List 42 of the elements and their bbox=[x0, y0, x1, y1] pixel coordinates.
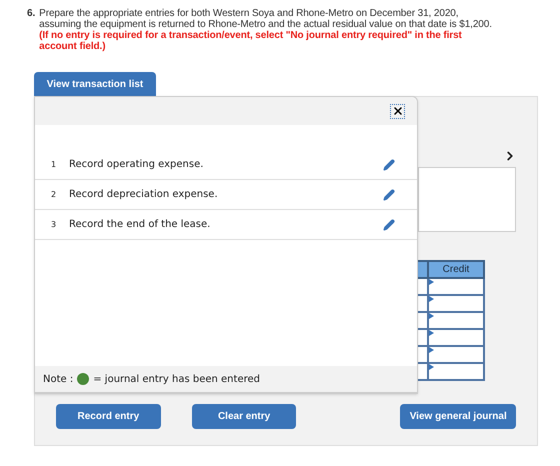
column-header bbox=[418, 260, 427, 279]
transaction-label: Record operating expense. bbox=[69, 158, 204, 172]
transaction-number: 3 bbox=[51, 218, 58, 230]
question-number: 6. bbox=[27, 8, 36, 21]
question-text: Prepare the appropriate entries for both Western Soya and Rhone-Metro on December 31, 2020, assuming the equipment is returned to Rhone-Metro and the actual residual value on that date is $1,200. (If no entry is required for a transaction/event, select "No journal entry required" in the first account field.) bbox=[39, 8, 493, 52]
credit-field[interactable] bbox=[427, 364, 485, 379]
transaction-number: 1 bbox=[51, 158, 58, 170]
note-text: = journal entry has been entered bbox=[93, 372, 260, 386]
marker-icon bbox=[429, 364, 434, 370]
marker-icon bbox=[429, 313, 434, 319]
edit-icon[interactable] bbox=[383, 188, 395, 200]
transaction-label: Record depreciation expense. bbox=[69, 188, 219, 202]
credit-field[interactable] bbox=[427, 296, 485, 311]
marker-icon bbox=[429, 330, 434, 336]
close-icon bbox=[392, 105, 404, 117]
debit-field[interactable] bbox=[418, 364, 427, 379]
credit-field[interactable] bbox=[427, 347, 485, 362]
transaction-row[interactable]: 2 Record depreciation expense. bbox=[35, 180, 417, 210]
marker-icon bbox=[429, 279, 434, 285]
column-header: Credit bbox=[427, 260, 485, 279]
edit-icon[interactable] bbox=[383, 158, 395, 170]
record-entry-button[interactable]: Record entry bbox=[56, 404, 161, 429]
transaction-number: 2 bbox=[51, 188, 58, 200]
debit-field[interactable] bbox=[418, 313, 427, 328]
debit-field[interactable] bbox=[418, 347, 427, 362]
clear-entry-button[interactable]: Clear entry bbox=[192, 404, 296, 429]
credit-field[interactable] bbox=[427, 330, 485, 345]
marker-icon bbox=[429, 296, 434, 302]
debit-field[interactable] bbox=[418, 330, 427, 345]
debit-field[interactable] bbox=[418, 279, 427, 294]
credit-field[interactable] bbox=[427, 313, 485, 328]
transaction-label: Record the end of the lease. bbox=[69, 218, 212, 232]
close-button[interactable] bbox=[390, 104, 405, 118]
transaction-row[interactable]: 3 Record the end of the lease. bbox=[35, 210, 417, 240]
marker-icon bbox=[429, 347, 434, 353]
view-transaction-list-tab[interactable]: View transaction list bbox=[34, 72, 156, 96]
note-label: Note : bbox=[43, 372, 74, 386]
credit-field[interactable] bbox=[427, 279, 485, 294]
transaction-row[interactable]: 1 Record operating expense. bbox=[35, 150, 417, 180]
edit-icon[interactable] bbox=[383, 218, 395, 230]
view-general-journal-button[interactable]: View general journal bbox=[400, 404, 516, 429]
debit-field[interactable] bbox=[418, 296, 427, 311]
